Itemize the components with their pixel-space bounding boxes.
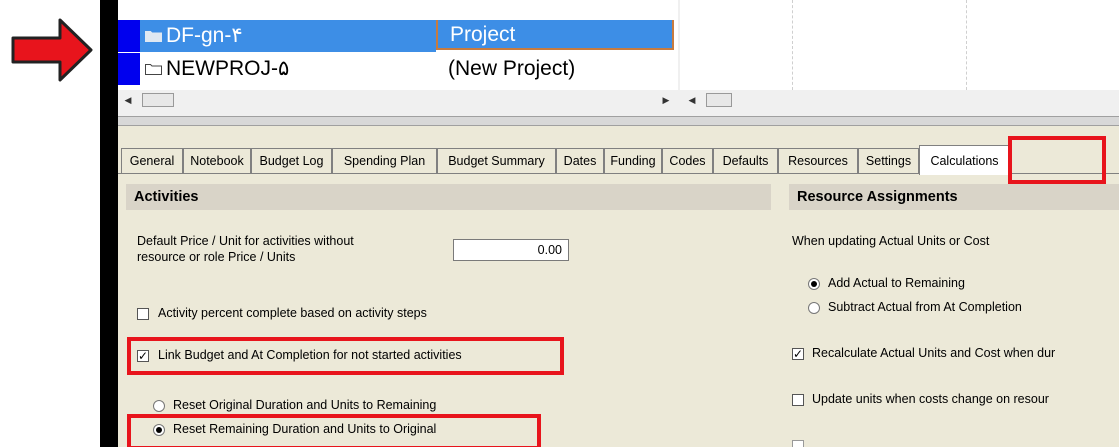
gantt-area (680, 0, 1119, 90)
default-price-label-line1: Default Price / Unit for activities with… (137, 234, 354, 248)
recalculate-actual-label: Recalculate Actual Units and Cost when d… (812, 346, 1056, 360)
resource-assignments-panel: Resource Assignments When updating Actua… (789, 184, 1119, 447)
scroll-thumb[interactable] (706, 93, 732, 107)
project-type: (New Project) (448, 57, 576, 80)
scroll-right-arrow-icon[interactable]: ▶ (658, 92, 674, 108)
folder-icon (145, 31, 162, 42)
project-type-cell[interactable]: Project (436, 20, 674, 50)
activities-panel: Activities Default Price / Unit for acti… (126, 184, 771, 447)
tab-defaults[interactable]: Defaults (713, 148, 778, 173)
scroll-left-arrow-icon[interactable]: ◀ (120, 92, 136, 108)
tab-funding[interactable]: Funding (604, 148, 662, 173)
row-marker (118, 20, 140, 52)
project-name: DF-gn-۴ (166, 24, 243, 47)
project-name-column: DF-gn-۴ Project NEWPROJ-۵ (New Project) (118, 0, 678, 90)
tab-notebook[interactable]: Notebook (183, 148, 251, 173)
grid-line (966, 0, 967, 90)
grid-line (792, 0, 793, 90)
project-row[interactable]: NEWPROJ-۵ (New Project) (118, 53, 678, 85)
tab-settings[interactable]: Settings (858, 148, 919, 173)
default-price-input[interactable]: 0.00 (453, 239, 569, 261)
scroll-thumb[interactable] (142, 93, 174, 107)
row-marker (118, 53, 140, 85)
tab-resources[interactable]: Resources (778, 148, 858, 173)
project-list-pane: DF-gn-۴ Project NEWPROJ-۵ (New Project) … (118, 0, 1119, 116)
subtract-actual-radio[interactable] (808, 302, 820, 314)
update-units-checkbox[interactable] (792, 394, 804, 406)
reset-original-label: Reset Original Duration and Units to Rem… (173, 398, 437, 412)
activities-header: Activities (126, 184, 771, 210)
highlight-box-reset-remaining (127, 414, 541, 447)
activity-percent-steps-checkbox[interactable] (137, 308, 149, 320)
tab-dates[interactable]: Dates (556, 148, 604, 173)
tab-budget-summary[interactable]: Budget Summary (437, 148, 556, 173)
reset-original-radio[interactable] (153, 400, 165, 412)
recalculate-actual-checkbox[interactable]: ✓ (792, 348, 804, 360)
partial-checkbox[interactable] (792, 440, 804, 447)
pane-splitter[interactable] (118, 116, 1119, 126)
highlight-box-calculations-tab (1008, 136, 1106, 184)
tab-codes[interactable]: Codes (662, 148, 713, 173)
application-window: DF-gn-۴ Project NEWPROJ-۵ (New Project) … (118, 0, 1119, 447)
tab-budget-log[interactable]: Budget Log (251, 148, 332, 173)
default-price-label-line2: resource or role Price / Units (137, 250, 296, 264)
tab-calculations[interactable]: Calculations (919, 145, 1010, 175)
tab-general[interactable]: General (121, 148, 183, 173)
update-units-label: Update units when costs change on resour (812, 392, 1049, 406)
horizontal-scrollbar-right[interactable]: ◀ (682, 92, 1119, 110)
red-arrow-pointer (11, 18, 93, 82)
project-row-selected[interactable]: DF-gn-۴ Project (118, 20, 678, 52)
activity-percent-steps-label: Activity percent complete based on activ… (158, 306, 427, 320)
tab-spending-plan[interactable]: Spending Plan (332, 148, 437, 173)
detail-tabs: General Notebook Budget Log Spending Pla… (118, 145, 1119, 175)
scroll-left-arrow-icon[interactable]: ◀ (684, 92, 700, 108)
folder-icon (145, 64, 162, 75)
project-name: NEWPROJ-۵ (166, 57, 290, 80)
horizontal-scrollbar-left[interactable]: ◀ ▶ (118, 92, 678, 110)
add-actual-radio[interactable] (808, 278, 820, 290)
resource-assignments-header: Resource Assignments (789, 184, 1119, 210)
subtract-actual-label: Subtract Actual from At Completion (828, 300, 1022, 314)
updating-actual-label: When updating Actual Units or Cost (792, 234, 990, 248)
highlight-box-link-budget (127, 337, 564, 375)
add-actual-label: Add Actual to Remaining (828, 276, 965, 290)
